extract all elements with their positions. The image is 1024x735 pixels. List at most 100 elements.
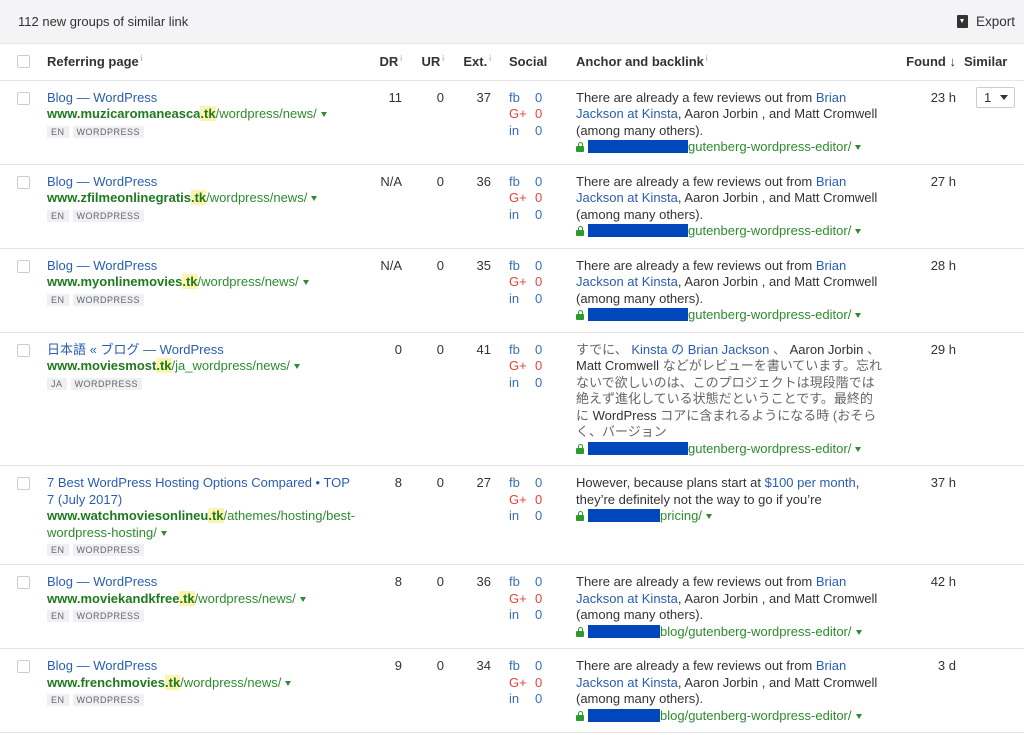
- referring-page-url[interactable]: www.zfilmeonlinegratis.tk/wordpress/news…: [47, 190, 352, 207]
- backlink-url[interactable]: gutenberg-wordpress-editor/: [576, 223, 882, 240]
- referring-page-url[interactable]: www.frenchmovies.tk/wordpress/news/: [47, 674, 352, 692]
- row-checkbox[interactable]: [17, 660, 30, 673]
- backlink-url[interactable]: pricing/: [576, 508, 882, 525]
- url-dropdown-icon[interactable]: [855, 229, 862, 235]
- ur-value: 0: [402, 332, 444, 466]
- similar-select[interactable]: 1: [976, 87, 1015, 109]
- referring-page-url[interactable]: www.moviekandkfree.tk/wordpress/news/: [47, 590, 352, 608]
- url-dropdown-icon[interactable]: [294, 364, 300, 370]
- google-plus-icon: G+: [509, 590, 527, 606]
- linkedin-icon: in: [509, 206, 520, 222]
- anchor-text: There are already a few reviews out from…: [576, 90, 882, 140]
- google-plus-icon: G+: [509, 358, 527, 373]
- referring-page-url[interactable]: www.myonlinemovies.tk/wordpress/news/: [47, 274, 352, 291]
- url-dropdown-icon[interactable]: [855, 145, 862, 151]
- url-dropdown-icon[interactable]: [855, 313, 862, 319]
- referring-page-title[interactable]: Blog — WordPress: [47, 258, 352, 275]
- social-counts: fb 0 G+ 0 in 0: [509, 90, 556, 140]
- url-dropdown-icon[interactable]: [285, 680, 292, 686]
- anchor-link[interactable]: $100 per month: [765, 475, 856, 490]
- info-icon: i: [400, 54, 402, 64]
- col-anchor[interactable]: Anchor and backlink i: [576, 44, 892, 81]
- ext-value: 36: [444, 164, 491, 249]
- redacted-domain: [588, 624, 660, 638]
- lock-icon: [576, 310, 584, 320]
- col-referring-page[interactable]: Referring page i: [47, 44, 358, 81]
- referring-page-title[interactable]: Blog — WordPress: [47, 574, 352, 591]
- groups-summary: 112 new groups of similar link: [18, 14, 189, 29]
- row-checkbox[interactable]: [17, 175, 30, 189]
- facebook-icon: fb: [509, 89, 520, 105]
- ur-value: 0: [402, 164, 444, 249]
- backlink-url[interactable]: gutenberg-wordpress-editor/: [576, 441, 882, 458]
- found-value: 23 h: [892, 80, 956, 165]
- url-dropdown-icon[interactable]: [855, 629, 862, 635]
- tag-badge: WORDPRESS: [72, 610, 145, 622]
- facebook-icon: fb: [509, 173, 520, 189]
- backlink-url[interactable]: gutenberg-wordpress-editor/: [576, 139, 882, 156]
- col-social[interactable]: Social: [509, 44, 556, 81]
- row-checkbox[interactable]: [17, 343, 30, 357]
- row-checkbox[interactable]: [17, 259, 30, 273]
- col-found[interactable]: Found ↓: [892, 44, 957, 81]
- anchor-text: 、: [769, 341, 790, 357]
- tag-badge: EN: [47, 544, 69, 556]
- row-checkbox[interactable]: [17, 91, 30, 105]
- referring-page-url[interactable]: www.muzicaromaneasca.tk/wordpress/news/: [47, 106, 352, 123]
- dr-value: 11: [358, 80, 402, 165]
- social-counts: fb 0 G+ 0 in 0: [509, 342, 556, 392]
- referring-page-title[interactable]: Blog — WordPress: [47, 90, 352, 107]
- social-counts: fb 0 G+ 0 in 0: [509, 658, 556, 708]
- anchor-link[interactable]: Kinsta の Brian Jackson: [631, 342, 769, 357]
- anchor-text: However, because plans start at $100 per…: [576, 475, 882, 508]
- row-checkbox[interactable]: [17, 576, 30, 589]
- google-plus-icon: G+: [509, 491, 527, 507]
- table-row: 7 Best WordPress Hosting Options Compare…: [0, 465, 1024, 565]
- anchor-text: Matt Cromwell: [576, 358, 660, 373]
- redacted-domain: [588, 224, 688, 237]
- url-dropdown-icon[interactable]: [705, 514, 712, 520]
- col-similar[interactable]: Similar: [956, 44, 1024, 81]
- url-dropdown-icon[interactable]: [855, 713, 862, 719]
- export-button[interactable]: Export: [956, 14, 1015, 29]
- referring-page-title[interactable]: 日本語 « ブログ — WordPress: [47, 342, 352, 359]
- results-bar: 112 new groups of similar link Export: [0, 0, 1024, 44]
- url-dropdown-icon[interactable]: [160, 530, 167, 536]
- tag-badge: WORDPRESS: [72, 293, 145, 306]
- col-dr[interactable]: DR i: [358, 44, 402, 81]
- tag-badge: JA: [47, 377, 67, 390]
- referring-page-url[interactable]: www.moviesmost.tk/ja_wordpress/news/: [47, 358, 352, 375]
- referring-page-title[interactable]: Blog — WordPress: [47, 174, 352, 191]
- linkedin-count: 0: [535, 691, 543, 706]
- url-dropdown-icon[interactable]: [299, 596, 306, 602]
- dr-value: 0: [358, 332, 402, 466]
- url-dropdown-icon[interactable]: [302, 280, 309, 286]
- anchor-text: WordPress: [592, 407, 657, 423]
- google-plus-count: 0: [535, 358, 543, 373]
- anchor-text: There are already a few reviews out from: [576, 173, 816, 189]
- google-plus-icon: G+: [509, 674, 527, 690]
- row-checkbox[interactable]: [17, 477, 30, 490]
- url-dropdown-icon[interactable]: [320, 112, 327, 118]
- lock-icon: [576, 443, 584, 454]
- col-ur[interactable]: UR i: [402, 44, 444, 81]
- url-dropdown-icon[interactable]: [855, 446, 862, 452]
- info-icon: i: [705, 54, 708, 64]
- tag-badge: EN: [47, 293, 69, 306]
- sort-desc-icon: ↓: [949, 54, 957, 70]
- google-plus-count: 0: [535, 106, 543, 121]
- backlink-url[interactable]: blog/gutenberg-wordpress-editor/: [576, 624, 882, 641]
- referring-page-title[interactable]: 7 Best WordPress Hosting Options Compare…: [47, 475, 352, 508]
- table-row: Blog — WordPress www.zfilmeonlinegratis.…: [0, 164, 1024, 249]
- ext-value: 27: [444, 465, 491, 565]
- select-all-checkbox[interactable]: [17, 54, 30, 68]
- backlink-url[interactable]: blog/gutenberg-wordpress-editor/: [576, 708, 882, 725]
- col-ext[interactable]: Ext. i: [444, 44, 491, 81]
- url-dropdown-icon[interactable]: [311, 196, 318, 202]
- facebook-count: 0: [535, 574, 543, 589]
- facebook-count: 0: [535, 341, 543, 357]
- referring-page-title[interactable]: Blog — WordPress: [47, 658, 352, 675]
- backlink-url[interactable]: gutenberg-wordpress-editor/: [576, 307, 882, 324]
- linkedin-count: 0: [535, 508, 543, 523]
- referring-page-url[interactable]: www.watchmoviesonlineu.tk/athemes/hostin…: [47, 508, 355, 541]
